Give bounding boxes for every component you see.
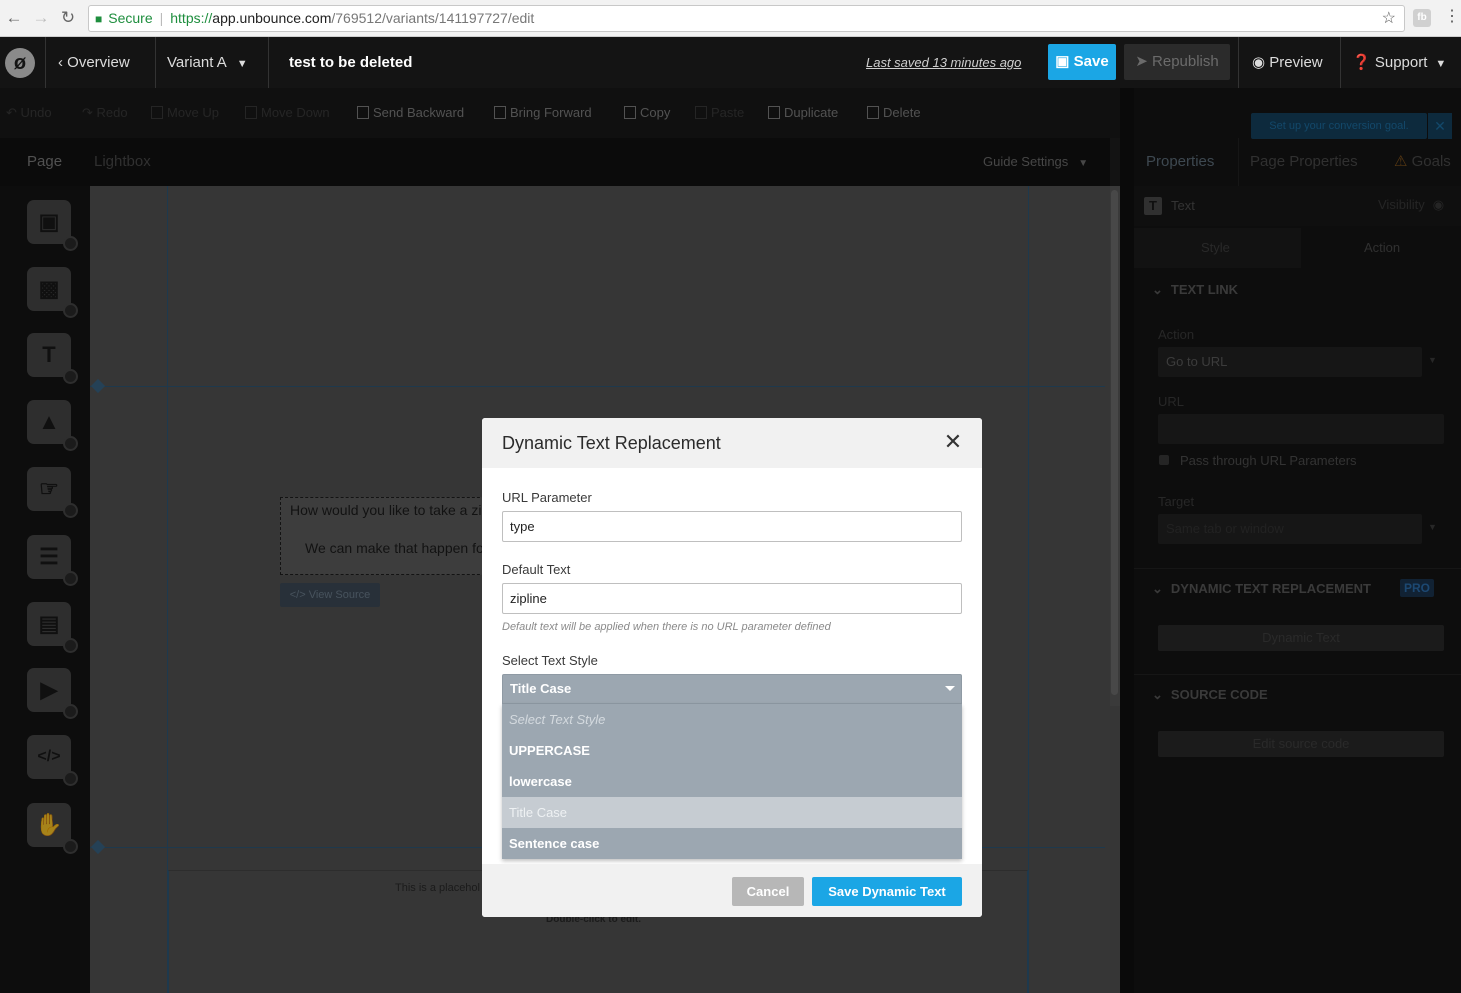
option-title-case[interactable]: Title Case xyxy=(502,797,962,828)
browser-menu-icon[interactable]: ⋮ xyxy=(1444,6,1460,28)
text-style-options: Select Text Style UPPERCASE lowercase Ti… xyxy=(502,704,962,859)
overview-link[interactable]: ‹ Overview xyxy=(58,37,130,88)
text-style-select[interactable]: Title Case xyxy=(502,674,962,704)
url-parameter-input[interactable] xyxy=(502,511,962,542)
chevron-left-icon: ‹ xyxy=(58,54,68,71)
back-arrow-icon[interactable]: ← xyxy=(4,8,24,28)
variant-label: Variant A xyxy=(167,54,227,71)
support-label: Support xyxy=(1374,54,1428,71)
url-path: /769512/variants/141197727/edit xyxy=(331,10,535,26)
modal-header: Dynamic Text Replacement ✕ xyxy=(482,418,982,468)
support-dropdown[interactable]: ❓ Support ▼ xyxy=(1352,37,1446,88)
preview-button[interactable]: ◉ Preview xyxy=(1252,37,1323,88)
save-label: Save xyxy=(1073,53,1109,70)
modal-title: Dynamic Text Replacement xyxy=(502,433,721,453)
last-saved-link[interactable]: Last saved 13 minutes ago xyxy=(866,37,1021,88)
option-lowercase[interactable]: lowercase xyxy=(502,766,962,797)
close-icon[interactable]: ✕ xyxy=(942,430,964,454)
divider xyxy=(1340,37,1341,88)
preview-label: Preview xyxy=(1269,54,1323,71)
option-placeholder[interactable]: Select Text Style xyxy=(502,704,962,735)
question-circle-icon: ❓ xyxy=(1352,54,1375,71)
text-style-selected: Title Case xyxy=(510,681,572,696)
secure-label: Secure xyxy=(108,10,153,26)
divider xyxy=(155,37,156,88)
default-text-hint: Default text will be applied when there … xyxy=(502,621,831,633)
eye-icon: ◉ xyxy=(1252,54,1270,71)
lock-icon: ■ xyxy=(95,12,103,26)
cancel-button[interactable]: Cancel xyxy=(732,877,804,906)
extension-icon[interactable]: fb xyxy=(1413,9,1431,27)
unbounce-editor: ← → ↻ ■ Secure | https://app.unbounce.com/7… xyxy=(0,0,1461,993)
caret-down-icon xyxy=(945,686,955,691)
dynamic-text-modal: Dynamic Text Replacement ✕ URL Parameter… xyxy=(482,418,982,917)
url-separator: | xyxy=(159,10,164,26)
caret-down-icon: ▼ xyxy=(1435,58,1447,70)
divider xyxy=(1238,37,1239,88)
address-bar[interactable]: ■ Secure | https://app.unbounce.com/769512/… xyxy=(88,5,1405,32)
paper-plane-icon: ➤ xyxy=(1135,53,1153,70)
divider xyxy=(45,37,46,88)
option-uppercase[interactable]: UPPERCASE xyxy=(502,735,962,766)
republish-button[interactable]: ➤ Republish xyxy=(1124,44,1230,80)
overview-label: Overview xyxy=(67,54,130,71)
editor-topbar: ø ‹ Overview Variant A ▼ test to be delet… xyxy=(0,37,1461,88)
default-text-label: Default Text xyxy=(502,562,571,577)
save-dynamic-text-button[interactable]: Save Dynamic Text xyxy=(812,877,962,906)
caret-down-icon: ▼ xyxy=(236,58,248,70)
republish-label: Republish xyxy=(1152,53,1219,70)
divider xyxy=(268,37,269,88)
save-button[interactable]: ▣ Save xyxy=(1048,44,1116,80)
text-style-label: Select Text Style xyxy=(502,653,598,668)
forward-arrow-icon[interactable]: → xyxy=(31,8,51,28)
unbounce-logo-icon[interactable]: ø xyxy=(5,48,35,78)
option-sentence-case[interactable]: Sentence case xyxy=(502,828,962,859)
floppy-disk-icon: ▣ xyxy=(1055,53,1074,70)
reload-icon[interactable]: ↻ xyxy=(58,8,78,28)
url-parameter-label: URL Parameter xyxy=(502,490,592,505)
variant-dropdown[interactable]: Variant A ▼ xyxy=(167,37,248,88)
browser-chrome: ← → ↻ ■ Secure | https://app.unbounce.com/7… xyxy=(0,0,1461,37)
url-scheme: https:// xyxy=(170,10,213,26)
default-text-input[interactable] xyxy=(502,583,962,614)
url-host: app.unbounce.com xyxy=(212,10,332,26)
bookmark-star-icon[interactable]: ☆ xyxy=(1382,6,1396,31)
page-title[interactable]: test to be deleted xyxy=(289,37,412,88)
